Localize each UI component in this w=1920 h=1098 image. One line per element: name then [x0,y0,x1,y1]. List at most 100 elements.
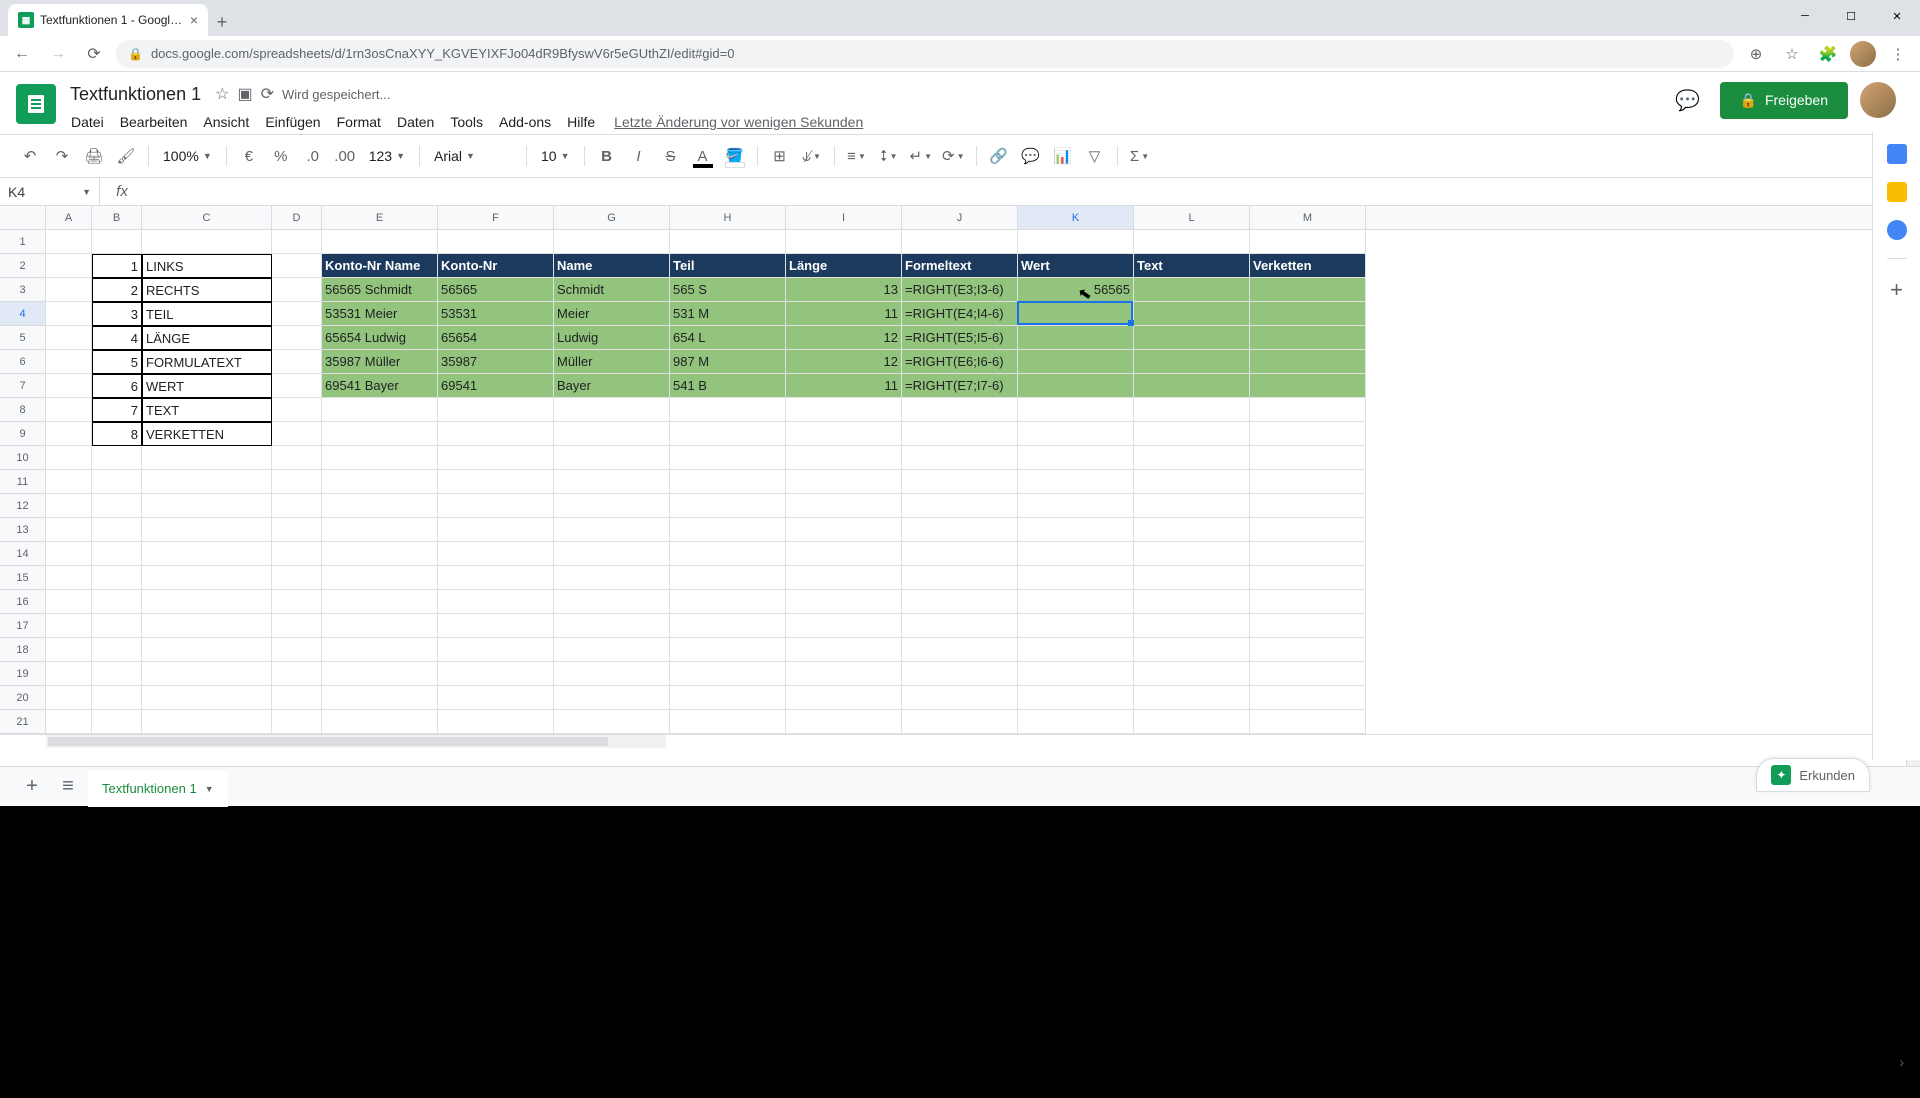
reload-button[interactable]: ⟳ [80,40,108,68]
select-all-corner[interactable] [0,206,46,229]
sheet-tab-menu-icon[interactable]: ▼ [205,784,214,794]
cell-M10[interactable] [1250,446,1366,470]
column-header-C[interactable]: C [142,206,272,229]
cell-L7[interactable] [1134,374,1250,398]
menu-ansicht[interactable]: Ansicht [196,110,256,134]
cell-F11[interactable] [438,470,554,494]
cell-B15[interactable] [92,566,142,590]
v-align-button[interactable]: ⭥▼ [875,142,903,170]
cell-J1[interactable] [902,230,1018,254]
cell-C16[interactable] [142,590,272,614]
column-header-B[interactable]: B [92,206,142,229]
cell-D11[interactable] [272,470,322,494]
decrease-decimal-button[interactable]: .0 [299,142,327,170]
number-format-select[interactable]: 123▼ [363,142,411,170]
cell-E16[interactable] [322,590,438,614]
cell-H2[interactable]: Teil [670,254,786,278]
cell-L3[interactable] [1134,278,1250,302]
cell-H4[interactable]: 531 M [670,302,786,326]
cell-C17[interactable] [142,614,272,638]
cell-B11[interactable] [92,470,142,494]
cell-H11[interactable] [670,470,786,494]
cell-C13[interactable] [142,518,272,542]
cell-I20[interactable] [786,686,902,710]
cell-B14[interactable] [92,542,142,566]
cell-M7[interactable] [1250,374,1366,398]
cell-M15[interactable] [1250,566,1366,590]
cell-G6[interactable]: Müller [554,350,670,374]
menu-hilfe[interactable]: Hilfe [560,110,602,134]
cell-D13[interactable] [272,518,322,542]
cell-E5[interactable]: 65654 Ludwig [322,326,438,350]
cell-F12[interactable] [438,494,554,518]
row-header-9[interactable]: 9 [0,422,46,446]
cell-M6[interactable] [1250,350,1366,374]
cell-D2[interactable] [272,254,322,278]
cell-E4[interactable]: 53531 Meier [322,302,438,326]
cell-L12[interactable] [1134,494,1250,518]
cell-H7[interactable]: 541 B [670,374,786,398]
cell-K16[interactable] [1018,590,1134,614]
cell-G9[interactable] [554,422,670,446]
cell-I16[interactable] [786,590,902,614]
cell-K20[interactable] [1018,686,1134,710]
borders-button[interactable]: ⊞ [766,142,794,170]
cell-K14[interactable] [1018,542,1134,566]
merge-button[interactable]: ⫝̸▼ [798,142,826,170]
row-header-21[interactable]: 21 [0,710,46,734]
font-select[interactable]: Arial▼ [428,142,518,170]
cell-A8[interactable] [46,398,92,422]
cell-M4[interactable] [1250,302,1366,326]
cell-F10[interactable] [438,446,554,470]
cell-J19[interactable] [902,662,1018,686]
cell-F14[interactable] [438,542,554,566]
explore-button[interactable]: ✦ Erkunden [1756,758,1870,792]
cell-K2[interactable]: Wert [1018,254,1134,278]
percent-button[interactable]: % [267,142,295,170]
cell-G13[interactable] [554,518,670,542]
cell-L20[interactable] [1134,686,1250,710]
cell-E11[interactable] [322,470,438,494]
window-close-button[interactable]: ✕ [1874,0,1920,32]
cell-I17[interactable] [786,614,902,638]
cell-L5[interactable] [1134,326,1250,350]
cell-C1[interactable] [142,230,272,254]
cell-A7[interactable] [46,374,92,398]
menu-tools[interactable]: Tools [443,110,490,134]
cell-G3[interactable]: Schmidt [554,278,670,302]
cell-F13[interactable] [438,518,554,542]
formula-bar[interactable] [144,178,1920,205]
cell-M14[interactable] [1250,542,1366,566]
cell-C12[interactable] [142,494,272,518]
cell-M11[interactable] [1250,470,1366,494]
cell-C14[interactable] [142,542,272,566]
cell-K21[interactable] [1018,710,1134,734]
star-doc-icon[interactable]: ☆ [215,84,229,104]
sheet-tab[interactable]: Textfunktionen 1 ▼ [88,771,228,807]
cell-J16[interactable] [902,590,1018,614]
cell-B8[interactable]: 7 [92,398,142,422]
all-sheets-button[interactable]: ≡ [52,771,84,803]
extensions-icon[interactable]: 🧩 [1814,40,1842,68]
row-header-15[interactable]: 15 [0,566,46,590]
cell-A6[interactable] [46,350,92,374]
paint-format-button[interactable]: 🖌 [112,142,140,170]
row-header-12[interactable]: 12 [0,494,46,518]
cell-E17[interactable] [322,614,438,638]
row-header-1[interactable]: 1 [0,230,46,254]
cell-C5[interactable]: LÄNGE [142,326,272,350]
name-box[interactable]: K4▼ [0,178,100,205]
row-header-16[interactable]: 16 [0,590,46,614]
cell-L6[interactable] [1134,350,1250,374]
cell-I21[interactable] [786,710,902,734]
increase-decimal-button[interactable]: .00 [331,142,359,170]
cell-G1[interactable] [554,230,670,254]
column-header-H[interactable]: H [670,206,786,229]
cell-J17[interactable] [902,614,1018,638]
share-button[interactable]: 🔒 Freigeben [1720,82,1848,119]
cell-C11[interactable] [142,470,272,494]
cell-K5[interactable] [1018,326,1134,350]
cell-H14[interactable] [670,542,786,566]
cell-E18[interactable] [322,638,438,662]
cell-D15[interactable] [272,566,322,590]
